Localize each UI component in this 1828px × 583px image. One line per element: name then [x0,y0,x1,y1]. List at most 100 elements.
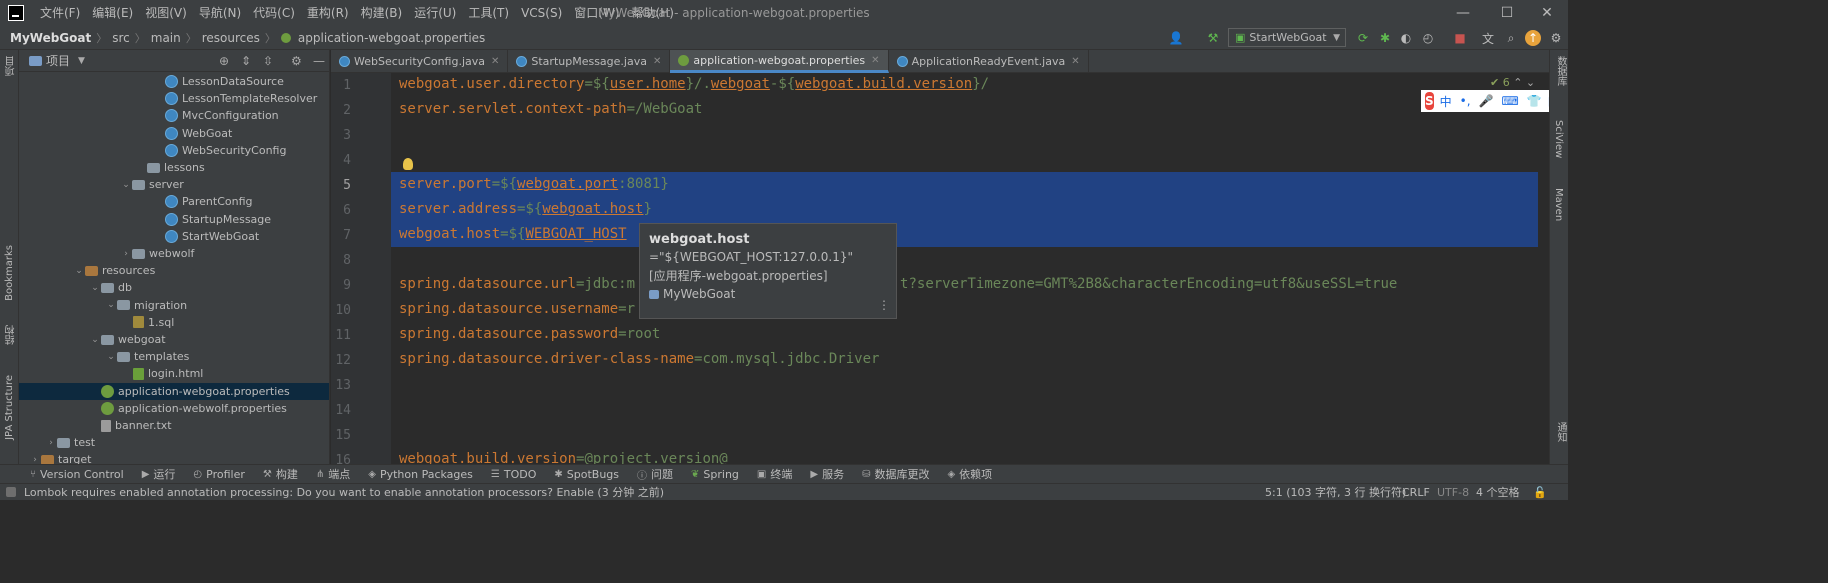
expand-arrow-icon[interactable]: › [45,438,57,448]
ime-toolbar[interactable]: S 中 •, 🎤 ⌨ 👕 ▦ [1421,90,1559,112]
database-tool-button[interactable]: 数据库 [1553,56,1568,86]
build-hammer-icon[interactable]: ⚒ [1205,30,1221,46]
menu-build[interactable]: 构建(B) [355,0,409,26]
menu-edit[interactable]: 编辑(E) [86,0,139,26]
notifications-tool-button[interactable]: 通知 [1553,422,1568,442]
punctuation-icon[interactable]: •, [1460,94,1471,108]
tab-application-webgoat-properties[interactable]: application-webgoat.properties ✕ [670,50,889,73]
more-options-icon[interactable]: ⋮ [878,298,890,312]
collapse-all-icon[interactable]: ⇳ [263,54,273,68]
expand-arrow-icon[interactable]: ⌄ [89,335,101,345]
tree-item[interactable]: lessons [19,159,329,176]
tab-startupmessage[interactable]: StartupMessage.java ✕ [508,50,671,73]
locate-icon[interactable]: ⊕ [219,54,229,68]
caret-position[interactable]: 5:1 (103 字符, 3 行 换行符) [1265,484,1406,501]
menu-refactor[interactable]: 重构(R) [301,0,355,26]
close-tab-icon[interactable]: ✕ [653,56,661,67]
project-panel-title[interactable]: 项目 [46,52,70,69]
expand-arrow-icon[interactable]: ⌄ [105,300,117,310]
tree-item[interactable]: ⌄ db [19,279,329,296]
ime-language[interactable]: 中 [1440,93,1452,110]
stop-icon[interactable]: ■ [1452,30,1468,46]
project-tool-button[interactable]: 项目 [4,56,19,76]
status-message[interactable]: Lombok requires enabled annotation proce… [16,484,664,500]
jpa-structure-tool-button[interactable]: JPA Structure [4,375,15,440]
tab-applicationreadyevent[interactable]: ApplicationReadyEvent.java ✕ [889,50,1089,73]
rerun-icon[interactable]: ⟳ [1355,30,1371,46]
tool-services[interactable]: ▶ 服务 [810,466,844,482]
profile-icon[interactable]: ◴ [1420,30,1436,46]
tool-terminal[interactable]: ▣ 终端 [757,466,792,482]
breadcrumb-src[interactable]: src [109,31,133,45]
tree-item[interactable]: ⌄ server [19,176,329,193]
status-toggle-icon[interactable] [6,487,16,497]
menu-navigate[interactable]: 导航(N) [193,0,247,26]
tool-profiler[interactable]: ◴ Profiler [193,468,244,481]
expand-all-icon[interactable]: ⇕ [241,54,251,68]
breadcrumb-main[interactable]: main [148,31,184,45]
menu-vcs[interactable]: VCS(S) [515,0,568,26]
tree-item[interactable]: banner.txt [19,417,329,434]
tree-item[interactable]: ParentConfig [19,193,329,210]
close-tab-icon[interactable]: ✕ [1071,56,1079,67]
microphone-icon[interactable]: 🎤 [1479,94,1494,108]
breadcrumb-file[interactable]: application-webgoat.properties [295,31,488,45]
bookmarks-tool-button[interactable]: Bookmarks [4,245,15,301]
expand-arrow-icon[interactable]: ⌄ [89,283,101,293]
expand-arrow-icon[interactable]: ⌄ [120,180,132,190]
tree-item[interactable]: MvcConfiguration [19,107,329,124]
tool-spring[interactable]: ❦ Spring [691,468,739,481]
tab-websecurityconfig[interactable]: WebSecurityConfig.java ✕ [331,50,509,73]
close-tab-icon[interactable]: ✕ [491,56,499,67]
coverage-icon[interactable]: ◐ [1398,30,1414,46]
tree-item[interactable]: LessonTemplateResolver [19,90,329,107]
expand-arrow-icon[interactable]: › [120,249,132,259]
tree-item[interactable]: application-webgoat.properties [19,382,329,400]
update-icon[interactable]: ↑ [1525,30,1541,46]
user-icon[interactable]: 👤 [1168,30,1184,46]
line-separator[interactable]: CRLF [1402,484,1430,501]
run-configuration-select[interactable]: ▣ StartWebGoat ▼ [1228,28,1346,47]
lightbulb-icon[interactable] [403,158,413,170]
tool-problems[interactable]: ⓘ 问题 [637,466,673,482]
breadcrumb-project[interactable]: MyWebGoat [0,31,94,45]
tool-run[interactable]: ▶ 运行 [142,466,176,482]
tree-item[interactable]: ⌄ webgoat [19,331,329,348]
keyboard-icon[interactable]: ⌨ [1502,94,1519,108]
tool-endpoints[interactable]: ⋔ 端点 [316,466,350,482]
file-encoding[interactable]: UTF-8 [1437,484,1469,501]
settings-icon[interactable]: ⚙ [1548,30,1564,46]
tree-item[interactable]: › test [19,434,329,451]
menu-file[interactable]: 文件(F) [34,0,86,26]
close-icon[interactable]: ✕ [1524,0,1570,26]
tree-item[interactable]: 1.sql [19,314,329,331]
close-tab-icon[interactable]: ✕ [871,55,879,66]
structure-tool-button[interactable]: 结构 [4,325,19,345]
tree-item[interactable]: application-webwolf.properties [19,400,329,417]
tree-item[interactable]: LessonDataSource [19,73,329,90]
search-icon[interactable]: ⌕ [1503,30,1519,46]
tool-version-control[interactable]: ⑂ Version Control [30,468,124,481]
tool-spotbugs[interactable]: ✱ SpotBugs [554,468,619,481]
menu-view[interactable]: 视图(V) [139,0,193,26]
chevron-down-icon[interactable]: ▼ [78,56,85,66]
indent-setting[interactable]: 4 个空格 [1476,484,1520,501]
tool-python-packages[interactable]: ◈ Python Packages [368,468,473,481]
translate-icon[interactable]: 文 [1480,30,1496,46]
breadcrumb-resources[interactable]: resources [199,31,263,45]
tool-build[interactable]: ⚒ 构建 [263,466,298,482]
tree-item[interactable]: WebSecurityConfig [19,142,329,159]
maven-tool-button[interactable]: Maven [1553,188,1564,221]
popup-project-name[interactable]: MyWebGoat [663,287,735,301]
tree-item[interactable]: WebGoat [19,125,329,142]
hide-panel-icon[interactable]: — [313,54,325,68]
tool-db-changes[interactable]: ⛁ 数据库更改 [862,466,929,482]
lock-icon[interactable]: 🔓 [1533,484,1547,501]
menu-tools[interactable]: 工具(T) [462,0,515,26]
tool-dependencies[interactable]: ◈ 依赖项 [947,466,992,482]
sciview-tool-button[interactable]: SciView [1553,120,1564,158]
expand-arrow-icon[interactable]: ⌄ [105,352,117,362]
tree-item[interactable]: › webwolf [19,245,329,262]
expand-arrow-icon[interactable]: ⌄ [73,266,85,276]
tree-item[interactable]: StartWebGoat [19,228,329,245]
